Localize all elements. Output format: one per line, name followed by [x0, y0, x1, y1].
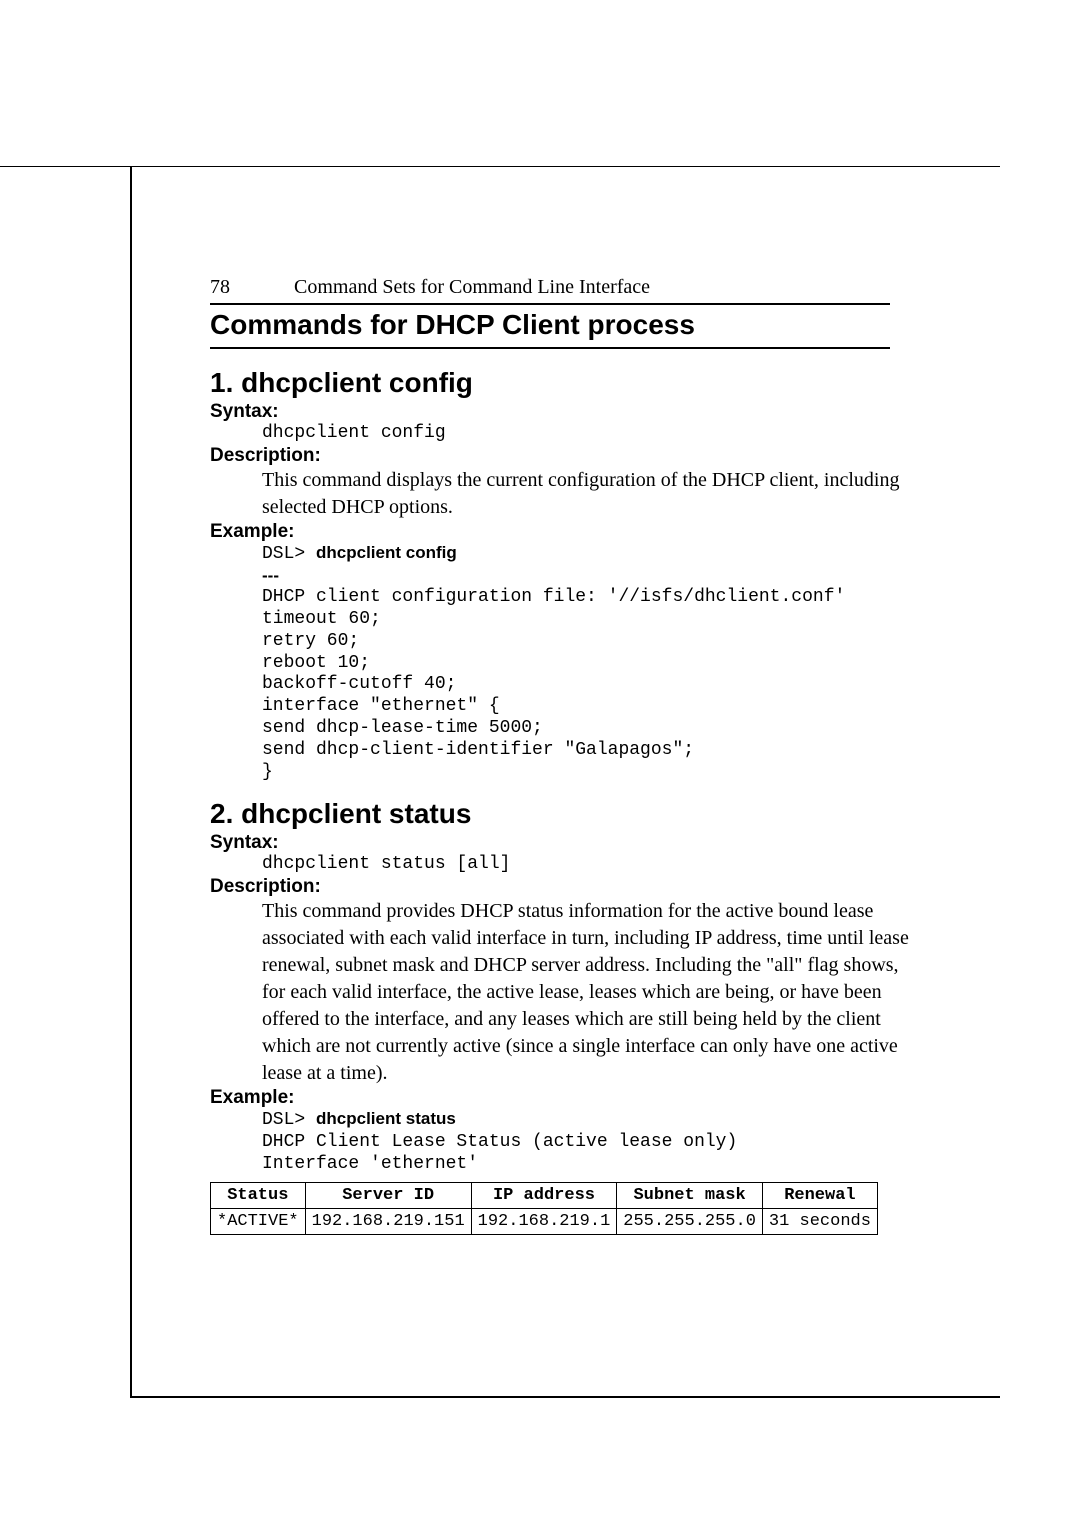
- content: 78 Command Sets for Command Line Interfa…: [130, 166, 1000, 1265]
- cmd1-example-l4: backoff-cutoff 40;: [262, 674, 960, 696]
- page-number: 78: [210, 276, 290, 299]
- bottom-rule: [130, 1396, 1000, 1398]
- section-title: Commands for DHCP Client process: [210, 309, 960, 341]
- td-ip-address: 192.168.219.1: [471, 1209, 617, 1235]
- cmd1-example-l0: DHCP client configuration file: '//isfs/…: [262, 587, 960, 609]
- cmd1-example-l6: send dhcp-lease-time 5000;: [262, 718, 960, 740]
- th-server-id: Server ID: [305, 1183, 471, 1209]
- cmd1-syntax-label: Syntax:: [210, 401, 960, 423]
- table-row: *ACTIVE* 192.168.219.151 192.168.219.1 2…: [211, 1209, 878, 1235]
- cmd1-example-label: Example:: [210, 521, 960, 543]
- cmd2-example-line1: DSL> dhcpclient status: [262, 1109, 960, 1132]
- cmd1-example-l1: timeout 60;: [262, 609, 960, 631]
- cmd1-example-cmd: dhcpclient config: [316, 543, 457, 562]
- cmd2-example-l0: DHCP Client Lease Status (active lease o…: [262, 1132, 960, 1154]
- cmd2-example-l1: Interface 'ethernet': [262, 1154, 960, 1176]
- cmd1-example-l5: interface "ethernet" {: [262, 696, 960, 718]
- th-subnet-mask: Subnet mask: [617, 1183, 763, 1209]
- th-renewal: Renewal: [762, 1183, 877, 1209]
- cmd2-syntax: dhcpclient status [all]: [262, 854, 960, 876]
- td-status: *ACTIVE*: [211, 1209, 306, 1235]
- cmd1-example-l2: retry 60;: [262, 631, 960, 653]
- cmd2-example-label: Example:: [210, 1087, 960, 1109]
- cmd2-example-cmd: dhcpclient status: [316, 1109, 456, 1128]
- cmd2-syntax-label: Syntax:: [210, 832, 960, 854]
- td-renewal: 31 seconds: [762, 1209, 877, 1235]
- cmd2-description-label: Description:: [210, 876, 960, 898]
- header-title: Command Sets for Command Line Interface: [294, 276, 650, 298]
- page-area: 78 Command Sets for Command Line Interfa…: [130, 166, 1000, 1396]
- header-rule: [210, 303, 890, 305]
- lease-table: Status Server ID IP address Subnet mask …: [210, 1182, 878, 1235]
- cmd1-example-sep: ---: [262, 566, 960, 587]
- section-rule: [210, 347, 890, 349]
- cmd1-example-l8: }: [262, 762, 960, 784]
- cmd1-example-l7: send dhcp-client-identifier "Galapagos";: [262, 740, 960, 762]
- td-server-id: 192.168.219.151: [305, 1209, 471, 1235]
- th-status: Status: [211, 1183, 306, 1209]
- cmd1-description-label: Description:: [210, 445, 960, 467]
- table-header-row: Status Server ID IP address Subnet mask …: [211, 1183, 878, 1209]
- cmd1-syntax: dhcpclient config: [262, 423, 960, 445]
- cmd1-example-prompt: DSL>: [262, 544, 316, 564]
- cmd2-title: 2. dhcpclient status: [210, 798, 960, 830]
- cmd1-title: 1. dhcpclient config: [210, 367, 960, 399]
- header-row: 78 Command Sets for Command Line Interfa…: [210, 276, 960, 299]
- th-ip-address: IP address: [471, 1183, 617, 1209]
- cmd1-example-l3: reboot 10;: [262, 653, 960, 675]
- cmd1-example-line1: DSL> dhcpclient config: [262, 543, 960, 566]
- cmd2-example-prompt: DSL>: [262, 1110, 316, 1130]
- cmd2-description: This command provides DHCP status inform…: [262, 898, 920, 1087]
- td-subnet-mask: 255.255.255.0: [617, 1209, 763, 1235]
- cmd1-description: This command displays the current config…: [262, 467, 920, 521]
